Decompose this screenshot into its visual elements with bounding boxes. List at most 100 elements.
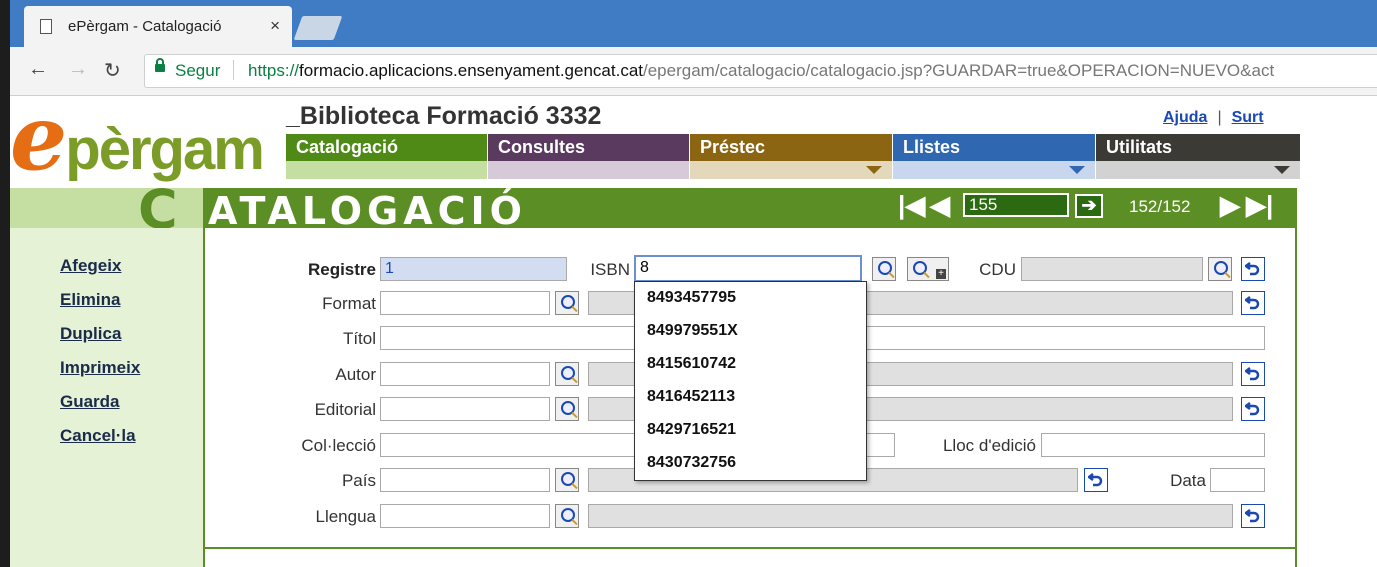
llengua-description-field[interactable] bbox=[588, 504, 1233, 528]
chevron-down-icon[interactable] bbox=[1274, 166, 1290, 174]
magnifier-icon bbox=[561, 366, 575, 380]
cdu-label: CDU bbox=[979, 260, 1016, 279]
menu-utilitats[interactable]: Utilitats bbox=[1096, 134, 1300, 179]
new-tab-button[interactable] bbox=[293, 16, 343, 40]
reload-icon[interactable]: ↻ bbox=[104, 58, 121, 83]
data-field[interactable] bbox=[1210, 468, 1265, 492]
menu-submenu-bar bbox=[893, 161, 1095, 179]
llengua-field[interactable] bbox=[380, 504, 550, 528]
menu-submenu-bar bbox=[1096, 161, 1300, 179]
record-count: 152/152 bbox=[1129, 197, 1191, 216]
last-record-icon[interactable]: ▶| bbox=[1246, 192, 1273, 218]
chevron-down-icon[interactable] bbox=[866, 166, 882, 174]
format-undo-button[interactable] bbox=[1241, 291, 1265, 315]
autor-undo-button[interactable] bbox=[1241, 362, 1265, 386]
plus-icon: + bbox=[936, 269, 946, 279]
page-icon bbox=[40, 19, 52, 34]
registre-field[interactable]: 1 bbox=[380, 257, 567, 281]
magnifier-icon bbox=[561, 401, 575, 415]
section-title: ATALOGACIÓ bbox=[208, 189, 527, 233]
isbn-advanced-search-button[interactable]: + bbox=[907, 257, 949, 281]
chevron-down-icon[interactable] bbox=[1069, 166, 1085, 174]
undo-arrow-icon bbox=[1245, 402, 1260, 416]
format-field[interactable] bbox=[380, 291, 550, 315]
format-search-button[interactable] bbox=[555, 291, 579, 315]
back-icon[interactable]: ← bbox=[28, 58, 48, 81]
menu-llistes[interactable]: Llistes bbox=[893, 134, 1095, 179]
magnifier-icon bbox=[878, 261, 892, 275]
magnifier-icon bbox=[561, 508, 575, 522]
llengua-search-button[interactable] bbox=[555, 504, 579, 528]
undo-arrow-icon bbox=[1245, 262, 1260, 276]
sidebar-item-cancella[interactable]: Cancel·la bbox=[60, 426, 136, 446]
registre-label: Registre bbox=[307, 260, 376, 279]
help-link[interactable]: Ajuda bbox=[1163, 109, 1207, 126]
isbn-search-button[interactable] bbox=[872, 257, 896, 281]
magnifier-icon bbox=[561, 295, 575, 309]
sidebar-item-duplica[interactable]: Duplica bbox=[60, 324, 121, 344]
cdu-field[interactable] bbox=[1021, 257, 1203, 281]
sidebar-item-elimina[interactable]: Elimina bbox=[60, 290, 120, 310]
menu-submenu-bar bbox=[488, 161, 689, 179]
forward-icon[interactable]: → bbox=[68, 58, 88, 81]
cdu-undo-button[interactable] bbox=[1241, 257, 1265, 281]
address-bar[interactable]: Segur https://formacio.aplicacions.ensen… bbox=[144, 54, 1377, 88]
sidebar-item-guarda[interactable]: Guarda bbox=[60, 392, 120, 412]
browser-tab[interactable]: ePèrgam - Catalogació × bbox=[24, 6, 292, 48]
titol-label: Títol bbox=[342, 329, 376, 348]
exit-link[interactable]: Surt bbox=[1232, 109, 1264, 126]
isbn-suggestion[interactable]: 8493457795 bbox=[635, 282, 866, 315]
pais-field[interactable] bbox=[380, 468, 550, 492]
tab-title: ePèrgam - Catalogació bbox=[68, 18, 222, 35]
isbn-suggestions-dropdown: 8493457795 849979551X 8415610742 8416452… bbox=[634, 281, 867, 481]
menu-label: Catalogació bbox=[286, 134, 487, 161]
epergam-logo: epèrgam bbox=[10, 93, 265, 190]
menu-prestec[interactable]: Préstec bbox=[690, 134, 892, 179]
close-icon[interactable]: × bbox=[270, 16, 280, 36]
pais-undo-button[interactable] bbox=[1084, 468, 1108, 492]
browser-toolbar: ← → ↻ Segur https://formacio.aplicacions… bbox=[10, 47, 1377, 96]
isbn-suggestion[interactable]: 8430732756 bbox=[635, 447, 866, 480]
isbn-field[interactable]: 8 bbox=[634, 255, 862, 282]
autor-field[interactable] bbox=[380, 362, 550, 386]
magnifier-icon bbox=[561, 472, 575, 486]
previous-record-icon[interactable]: ◀ bbox=[930, 192, 950, 218]
menu-consultes[interactable]: Consultes bbox=[488, 134, 689, 179]
logo-rest: pèrgam bbox=[65, 117, 265, 182]
undo-arrow-icon bbox=[1245, 367, 1260, 381]
sidebar-item-afegeix[interactable]: Afegeix bbox=[60, 256, 121, 276]
colleccio-label: Col·lecció bbox=[301, 436, 376, 455]
url-text[interactable]: https://formacio.aplicacions.ensenyament… bbox=[248, 61, 1274, 81]
editorial-search-button[interactable] bbox=[555, 397, 579, 421]
menu-submenu-bar bbox=[286, 161, 487, 179]
isbn-suggestion[interactable]: 8416452113 bbox=[635, 381, 866, 414]
llengua-undo-button[interactable] bbox=[1241, 504, 1265, 528]
go-arrow-button[interactable]: ➔ bbox=[1075, 194, 1103, 218]
menu-catalogacio[interactable]: Catalogació bbox=[286, 134, 487, 179]
magnifier-icon bbox=[1214, 261, 1228, 275]
menu-label: Préstec bbox=[690, 134, 892, 161]
lloc-edicio-field[interactable] bbox=[1041, 433, 1265, 457]
url-scheme: https:// bbox=[248, 61, 300, 80]
undo-arrow-icon bbox=[1245, 509, 1260, 523]
record-number-input[interactable]: 155 bbox=[963, 193, 1069, 217]
menu-label: Llistes bbox=[893, 134, 1095, 161]
first-record-icon[interactable]: |◀ bbox=[898, 192, 925, 218]
cdu-search-button[interactable] bbox=[1208, 257, 1232, 281]
isbn-suggestion[interactable]: 849979551X bbox=[635, 315, 866, 348]
url-host: formacio.aplicacions.ensenyament.gencat.… bbox=[299, 61, 643, 80]
editorial-field[interactable] bbox=[380, 397, 550, 421]
editorial-undo-button[interactable] bbox=[1241, 397, 1265, 421]
isbn-suggestion[interactable]: 8415610742 bbox=[635, 348, 866, 381]
app-page: epèrgam _Biblioteca Formació 3332 Ajuda |… bbox=[10, 93, 1377, 567]
library-title: _Biblioteca Formació 3332 bbox=[286, 102, 602, 130]
next-record-icon[interactable]: ▶ bbox=[1220, 192, 1240, 218]
autor-search-button[interactable] bbox=[555, 362, 579, 386]
menu-submenu-bar bbox=[690, 161, 892, 179]
divider bbox=[233, 60, 234, 80]
sidebar-item-imprimeix[interactable]: Imprimeix bbox=[60, 358, 140, 378]
pais-search-button[interactable] bbox=[555, 468, 579, 492]
browser-window: ePèrgam - Catalogació × ← → ↻ Segur http… bbox=[10, 0, 1377, 567]
isbn-suggestion[interactable]: 8429716521 bbox=[635, 414, 866, 447]
isbn-label: ISBN bbox=[590, 260, 630, 279]
